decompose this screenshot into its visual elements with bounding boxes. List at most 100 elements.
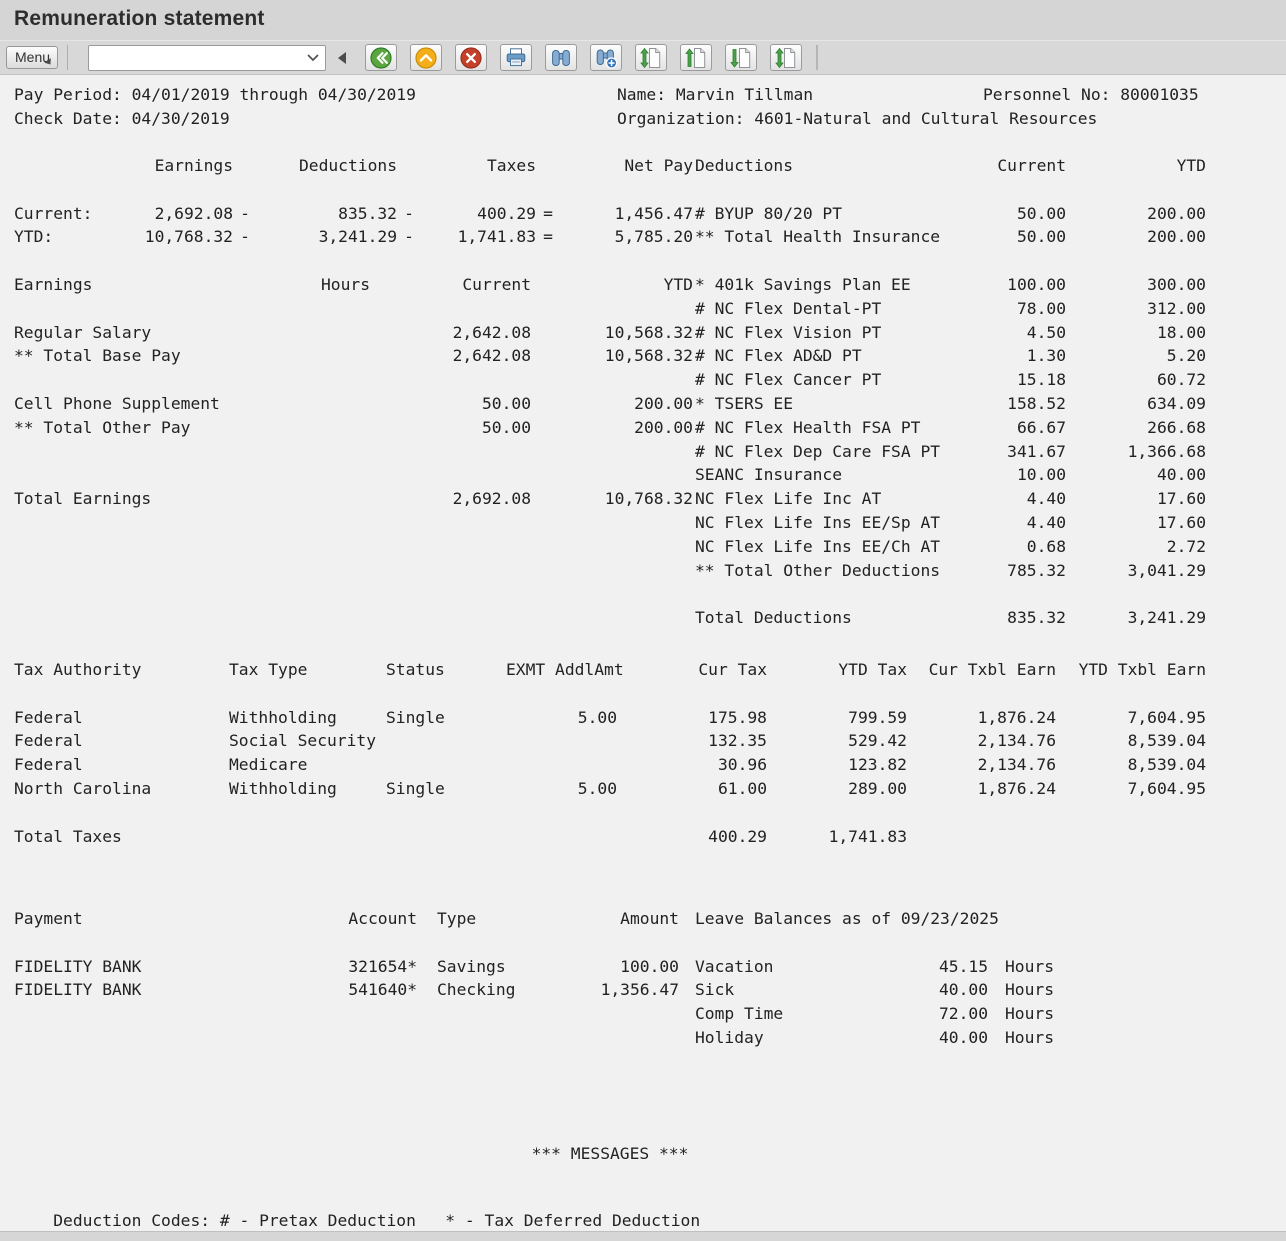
print-icon [504,46,528,70]
spacer [988,1002,1005,1026]
deduction-ytd: 300.00 [1066,273,1206,297]
name-value: Marvin Tillman [676,85,813,104]
deduction-row: # BYUP 80/20 PT 50.00 200.00 [695,202,1206,226]
tax-addl-amt: 5.00 [506,706,617,730]
personnel-no-label: Personnel No: [983,85,1120,104]
deductions-current-header: Current [971,154,1066,178]
deduction-current [971,582,1066,606]
find-button[interactable] [545,44,577,71]
exit-button[interactable] [410,44,442,71]
deduction-ytd: 266.68 [1066,416,1206,440]
spacer [417,955,437,979]
deduction-current [971,249,1066,273]
organization-line: Organization:4601-Natural and Cultural R… [617,107,1217,131]
organization-value: 4601-Natural and Cultural Resources [754,109,1097,128]
earning-hours [264,440,370,464]
minus-operator: - [233,202,257,226]
deduction-row: NC Flex Life Inc AT 4.40 17.60 [695,487,1206,511]
deduction-current: 50.00 [971,225,1066,249]
earning-label: ** Total Other Pay [14,416,264,440]
tax-ytd-txbl: 8,539.04 [1056,753,1206,777]
deduction-current: 100.00 [971,273,1066,297]
collapse-toolbar-arrow-icon[interactable] [338,52,346,64]
chevron-down-icon[interactable] [307,54,319,62]
payment-type-header: Type [437,907,557,931]
earnings-ytd-header: YTD [531,273,693,297]
deduction-ytd: 312.00 [1066,297,1206,321]
payment-amount-header: Amount [557,907,679,931]
toolbar: Menu [0,40,1286,75]
payment-account-header: Account [249,907,417,931]
previous-page-button[interactable] [680,44,712,71]
deduction-current: 4.40 [971,511,1066,535]
command-input[interactable] [91,47,300,69]
spacer [397,154,421,178]
deduction-ytd: 200.00 [1066,225,1206,249]
deduction-label: SEANC Insurance [695,463,971,487]
cancel-icon [459,46,483,70]
first-page-button[interactable] [635,44,667,71]
deduction-row [695,178,1206,202]
find-next-button[interactable] [590,44,622,71]
earning-label: Cell Phone Supplement [14,392,264,416]
ytd-earnings: 10,768.32 [102,225,233,249]
tax-type: Medicare [229,753,386,777]
tax-type [229,682,386,706]
earning-row: ** Total Base Pay 2,642.08 10,568.32 [14,344,694,368]
leave-hours: 45.15 [910,955,988,979]
deduction-current: 341.67 [971,440,1066,464]
ytd-tax-header: YTD Tax [767,658,907,682]
taxes-column-header: Taxes [421,154,536,178]
summary-ytd-row: YTD: 10,768.32 - 3,241.29 - 1,741.83 = 5… [14,225,704,249]
deduction-row: Total Deductions 835.32 3,241.29 [695,606,1206,630]
tax-ytd: 799.59 [767,706,907,730]
payment-type: Savings [437,955,557,979]
employee-name-line: Name:Marvin TillmanPersonnel No:80001035 [617,83,1217,107]
tax-row: Federal Withholding Single 5.00 175.98 7… [14,706,1214,730]
last-page-button[interactable] [770,44,802,71]
minus-operator: - [233,225,257,249]
earning-current [370,440,531,464]
tax-ytd-txbl: 7,604.95 [1056,706,1206,730]
command-field[interactable] [88,45,326,71]
deduction-row: NC Flex Life Ins EE/Sp AT 4.40 17.60 [695,511,1206,535]
earnings-header-row: Earnings Hours Current YTD [14,273,694,297]
deduction-current: 785.32 [971,559,1066,583]
earning-hours [264,416,370,440]
earnings-table: Regular Salary 2,642.08 10,568.32 ** Tot… [14,297,694,511]
deduction-current: 78.00 [971,297,1066,321]
tax-cur: 132.35 [617,729,767,753]
deduction-current: 4.40 [971,487,1066,511]
total-taxes-ytd: 1,741.83 [767,825,907,849]
total-taxes-label: Total Taxes [14,825,617,849]
back-button[interactable] [365,44,397,71]
tax-ytd-txbl: 8,539.04 [1056,729,1206,753]
deduction-label: # BYUP 80/20 PT [695,202,971,226]
payment-amount: 1,356.47 [557,978,679,1002]
deduction-current: 158.52 [971,392,1066,416]
back-icon [369,46,393,70]
menu-button[interactable]: Menu [6,46,58,69]
deduction-ytd: 5.20 [1066,344,1206,368]
next-page-button[interactable] [725,44,757,71]
deduction-row [695,249,1206,273]
deduction-row: NC Flex Life Ins EE/Ch AT 0.68 2.72 [695,535,1206,559]
tax-ytd: 123.82 [767,753,907,777]
print-button[interactable] [500,44,532,71]
deduction-ytd: 200.00 [1066,202,1206,226]
messages-banner-text: *** MESSAGES *** [532,1144,689,1163]
total-taxes-row: Total Taxes 400.29 1,741.83 [14,825,1214,849]
payment-account [249,931,417,955]
cancel-button[interactable] [455,44,487,71]
deduction-label [695,249,971,273]
deduction-label: Total Deductions [695,606,971,630]
earning-hours [264,297,370,321]
earning-hours [264,463,370,487]
deduction-label: * TSERS EE [695,392,971,416]
earning-row [14,297,694,321]
leave-row: Sick 40.00 Hours [695,978,1206,1002]
toolbar-end-separator [816,45,818,70]
tax-authority: Federal [14,753,229,777]
tax-ytd-txbl: 7,604.95 [1056,777,1206,801]
pay-period-label: Pay Period: [14,85,132,104]
